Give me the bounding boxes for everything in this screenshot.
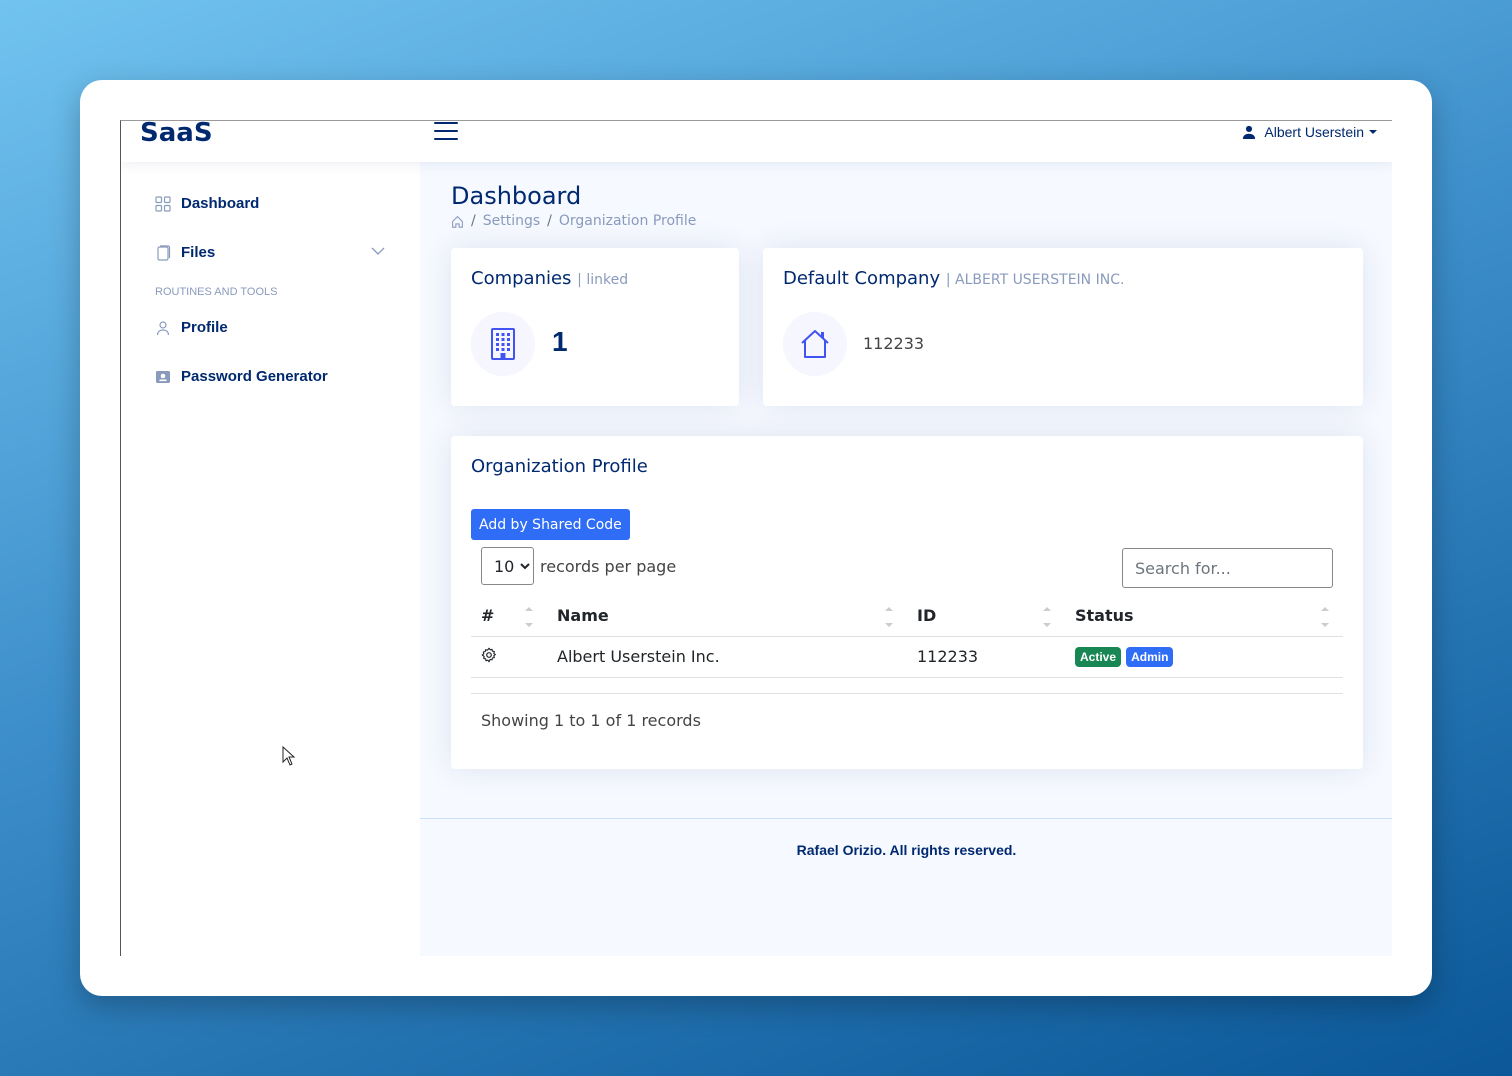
sort-icon [1043,607,1051,627]
search-input[interactable] [1122,548,1333,588]
home-icon[interactable] [451,215,464,228]
organizations-table: # Name ID Status Albert Userstein Inc. 1… [471,596,1343,678]
chevron-down-icon[interactable] [371,247,385,255]
row-name: Albert Userstein Inc. [547,636,907,678]
row-status: Active Admin [1065,636,1343,678]
footer-copyright: Rafael Orizio. All rights reserved. [796,842,1017,858]
row-actions-cell [471,636,547,678]
building-icon [491,328,515,360]
sort-icon [1321,607,1329,627]
person-icon [1243,125,1256,139]
sidebar-item-label: Dashboard [181,195,260,212]
role-badge: Admin [1126,647,1174,667]
main-content: Dashboard / Settings / Organization Prof… [420,162,1392,956]
sort-icon [525,607,533,627]
breadcrumb-separator: / [547,213,552,229]
sidebar-item-dashboard[interactable]: Dashboard [155,195,259,212]
records-per-page: 10 records per page [481,547,676,585]
app-logo[interactable]: SaaS [140,121,213,148]
default-company-card: Default Company | ALBERT USERSTEIN INC. … [763,248,1363,406]
sidebar-item-profile[interactable]: Profile [155,319,228,336]
divider [471,693,1343,694]
breadcrumb: / Settings / Organization Profile [451,213,696,229]
card-icon-circle [471,312,535,376]
status-badge: Active [1075,647,1122,667]
per-page-label: records per page [540,556,677,576]
add-by-shared-code-button[interactable]: Add by Shared Code [471,509,630,540]
key-card-icon [156,370,170,383]
card-title-text: Default Company [783,268,941,289]
per-page-select[interactable]: 10 [481,547,534,585]
sort-icon [885,607,893,627]
card-icon-circle [783,312,847,376]
sidebar-section-heading: ROUTINES AND TOOLS [155,286,278,298]
card-title: Default Company | ALBERT USERSTEIN INC. [783,268,1124,289]
top-header: SaaS Albert Userstein [121,121,1392,162]
divider [420,818,1392,819]
page-title: Dashboard [451,182,582,210]
column-header-status[interactable]: Status [1065,596,1343,637]
app-window: SaaS Albert Userstein Dashboard Files RO… [120,120,1392,956]
pagination-info: Showing 1 to 1 of 1 records [481,711,701,730]
companies-count: 1 [552,326,568,357]
mouse-cursor-icon [282,746,296,766]
sidebar-item-label: Files [181,244,216,261]
column-header-number[interactable]: # [471,596,547,637]
card-subtitle: | ALBERT USERSTEIN INC. [945,272,1125,288]
sidebar-item-files[interactable]: Files [155,244,215,261]
table-row: Albert Userstein Inc. 112233 Active Admi… [471,636,1343,678]
breadcrumb-separator: / [471,213,476,229]
sidebar-item-password-generator[interactable]: Password Generator [155,368,328,385]
user-menu[interactable]: Albert Userstein [1242,124,1377,140]
breadcrumb-item[interactable]: Settings [483,213,540,229]
column-header-id[interactable]: ID [907,596,1065,637]
grid-icon [155,195,171,212]
sidebar: Dashboard Files ROUTINES AND TOOLS Profi… [121,162,420,956]
gear-icon[interactable] [481,647,497,663]
house-icon [801,330,829,358]
person-icon [156,320,170,335]
row-id: 112233 [907,636,1065,678]
user-name: Albert Userstein [1264,124,1364,140]
breadcrumb-item: Organization Profile [558,213,697,229]
card-title-text: Companies [471,268,572,289]
sidebar-item-label: Profile [181,319,228,336]
card-subtitle: | linked [577,272,629,288]
caret-down-icon [1369,130,1377,134]
file-icon [157,244,171,261]
companies-card: Companies | linked 1 [451,248,739,406]
card-title: Organization Profile [471,456,648,477]
table-header-row: # Name ID Status [471,596,1343,637]
organization-profile-card: Organization Profile Add by Shared Code … [451,436,1363,769]
sidebar-item-label: Password Generator [181,368,328,385]
menu-toggle-icon[interactable] [434,122,458,142]
card-title: Companies | linked [471,268,628,289]
column-header-name[interactable]: Name [547,596,907,637]
default-company-id: 112233 [863,334,925,353]
